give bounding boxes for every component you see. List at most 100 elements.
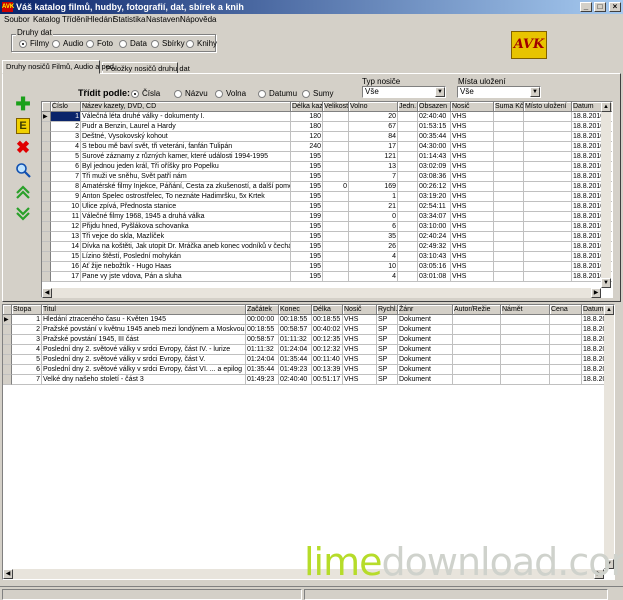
menu-hledani[interactable]: Hledání (87, 15, 115, 24)
tracks-table-vscroll[interactable]: ▲ ▼ (604, 305, 614, 569)
column-header[interactable]: Cena (550, 305, 582, 315)
column-header[interactable]: Titul (42, 305, 246, 315)
table-cell: 01:49:23 (246, 375, 279, 385)
row-indicator[interactable] (42, 142, 51, 152)
table-cell: VHS (343, 345, 377, 355)
radio-data[interactable]: Data (119, 39, 147, 48)
row-indicator[interactable] (42, 222, 51, 232)
sort-radio-sumy[interactable]: Sumy (302, 89, 333, 98)
scroll-down-icon[interactable]: ▼ (601, 278, 611, 288)
column-header[interactable]: Jedn. (398, 102, 418, 112)
row-indicator[interactable]: ▶ (3, 315, 12, 325)
table-cell (524, 162, 572, 172)
media-table-vscroll[interactable]: ▲ ▼ (601, 102, 611, 288)
menu-katalog[interactable]: Katalog (33, 15, 60, 24)
move-down-icon[interactable] (14, 205, 32, 223)
menu-statistika[interactable]: Statistika (113, 15, 145, 24)
delete-icon[interactable]: ✖ (14, 138, 32, 157)
column-header[interactable]: Suma Kč (494, 102, 524, 112)
row-indicator[interactable] (3, 335, 12, 345)
table-cell (323, 232, 349, 242)
column-header[interactable]: Název kazety, DVD, CD (81, 102, 291, 112)
row-indicator[interactable] (42, 202, 51, 212)
column-header[interactable]: Autor/Režie (453, 305, 501, 315)
row-indicator[interactable] (42, 192, 51, 202)
row-indicator[interactable] (42, 252, 51, 262)
edit-icon[interactable]: E (14, 117, 32, 135)
scroll-left-icon[interactable]: ◀ (3, 569, 13, 579)
column-header[interactable]: Číslo (51, 102, 81, 112)
column-header[interactable]: Začátek (246, 305, 279, 315)
sort-radio-nazvu[interactable]: Názvu (174, 89, 208, 98)
row-indicator[interactable] (42, 172, 51, 182)
column-header[interactable]: Konec (279, 305, 312, 315)
table-cell: 10 (51, 202, 81, 212)
move-up-icon[interactable] (14, 183, 32, 201)
row-indicator[interactable] (3, 365, 12, 375)
sort-radio-cisla[interactable]: Čísla (131, 89, 160, 98)
maximize-button[interactable]: □ (594, 2, 606, 12)
radio-knihy[interactable]: Knihy (186, 39, 217, 48)
minimize-button[interactable]: _ (580, 2, 592, 12)
row-indicator[interactable] (42, 182, 51, 192)
column-header[interactable]: Stopa (12, 305, 42, 315)
column-header[interactable]: Námět (501, 305, 550, 315)
row-indicator[interactable] (42, 272, 51, 282)
column-header[interactable]: Rychl. (377, 305, 398, 315)
search-icon[interactable] (14, 161, 32, 179)
scroll-up-icon[interactable]: ▲ (604, 305, 614, 315)
menu-napoveda[interactable]: Nápověda (180, 15, 216, 24)
table-cell: Ulice zpívá, Přednosta stanice (81, 202, 291, 212)
media-type-select[interactable]: Vše ▼ (362, 86, 446, 98)
row-indicator[interactable] (3, 325, 12, 335)
radio-audio[interactable]: Audio (52, 39, 83, 48)
table-cell: 120 (291, 132, 323, 142)
table-cell: Dokument (398, 365, 453, 375)
add-icon[interactable]: ✚ (14, 94, 32, 114)
row-indicator[interactable] (3, 345, 12, 355)
sort-radio-datumu[interactable]: Datumu (258, 89, 297, 98)
scroll-right-icon[interactable]: ▶ (591, 288, 601, 298)
row-indicator[interactable] (42, 122, 51, 132)
column-header[interactable]: Volno (349, 102, 398, 112)
column-header[interactable]: Nosič (451, 102, 494, 112)
close-button[interactable]: × (609, 2, 621, 12)
column-header[interactable]: Obsazen (418, 102, 451, 112)
table-cell (524, 262, 572, 272)
media-table-hscroll[interactable]: ◀ ▶ (42, 288, 601, 298)
scroll-left-icon[interactable]: ◀ (42, 288, 52, 298)
table-cell (323, 122, 349, 132)
menu-trideni[interactable]: Třídění (62, 15, 87, 24)
column-header[interactable]: Místo uložení (524, 102, 572, 112)
radio-filmy[interactable]: Filmy (19, 39, 49, 48)
sort-radio-volna[interactable]: Volna (215, 89, 246, 98)
row-indicator[interactable] (42, 232, 51, 242)
row-indicator[interactable] (42, 242, 51, 252)
radio-sbirky[interactable]: Sbírky (151, 39, 185, 48)
table-cell: Poslední dny 2. světové války v srdci Ev… (42, 365, 246, 375)
row-indicator[interactable] (3, 375, 12, 385)
table-cell: SP (377, 335, 398, 345)
row-indicator[interactable] (42, 152, 51, 162)
scroll-up-icon[interactable]: ▲ (601, 102, 611, 112)
menu-nastaveni[interactable]: Nastavení (146, 15, 182, 24)
row-indicator[interactable] (42, 212, 51, 222)
column-header[interactable]: Délka (312, 305, 343, 315)
media-type-label: Typ nosiče (362, 77, 401, 86)
table-cell: 03:19:20 (418, 192, 451, 202)
table-cell: 00:18:55 (312, 315, 343, 325)
radio-foto[interactable]: Foto (86, 39, 113, 48)
row-indicator[interactable] (42, 132, 51, 142)
menu-soubor[interactable]: Soubor (4, 15, 30, 24)
table-cell: 1 (349, 192, 398, 202)
row-indicator[interactable] (42, 262, 51, 272)
column-header[interactable]: Žánr (398, 305, 453, 315)
location-select[interactable]: Vše ▼ (457, 86, 541, 98)
tab-media-kinds[interactable]: Druhy nosičů Filmů, Audio a pod. (2, 60, 116, 74)
row-indicator[interactable] (3, 355, 12, 365)
column-header[interactable]: Velikost (323, 102, 349, 112)
row-indicator[interactable] (42, 162, 51, 172)
column-header[interactable]: Nosič (343, 305, 377, 315)
column-header[interactable]: Délka kaz. (291, 102, 323, 112)
row-indicator[interactable]: ▶ (42, 112, 51, 122)
